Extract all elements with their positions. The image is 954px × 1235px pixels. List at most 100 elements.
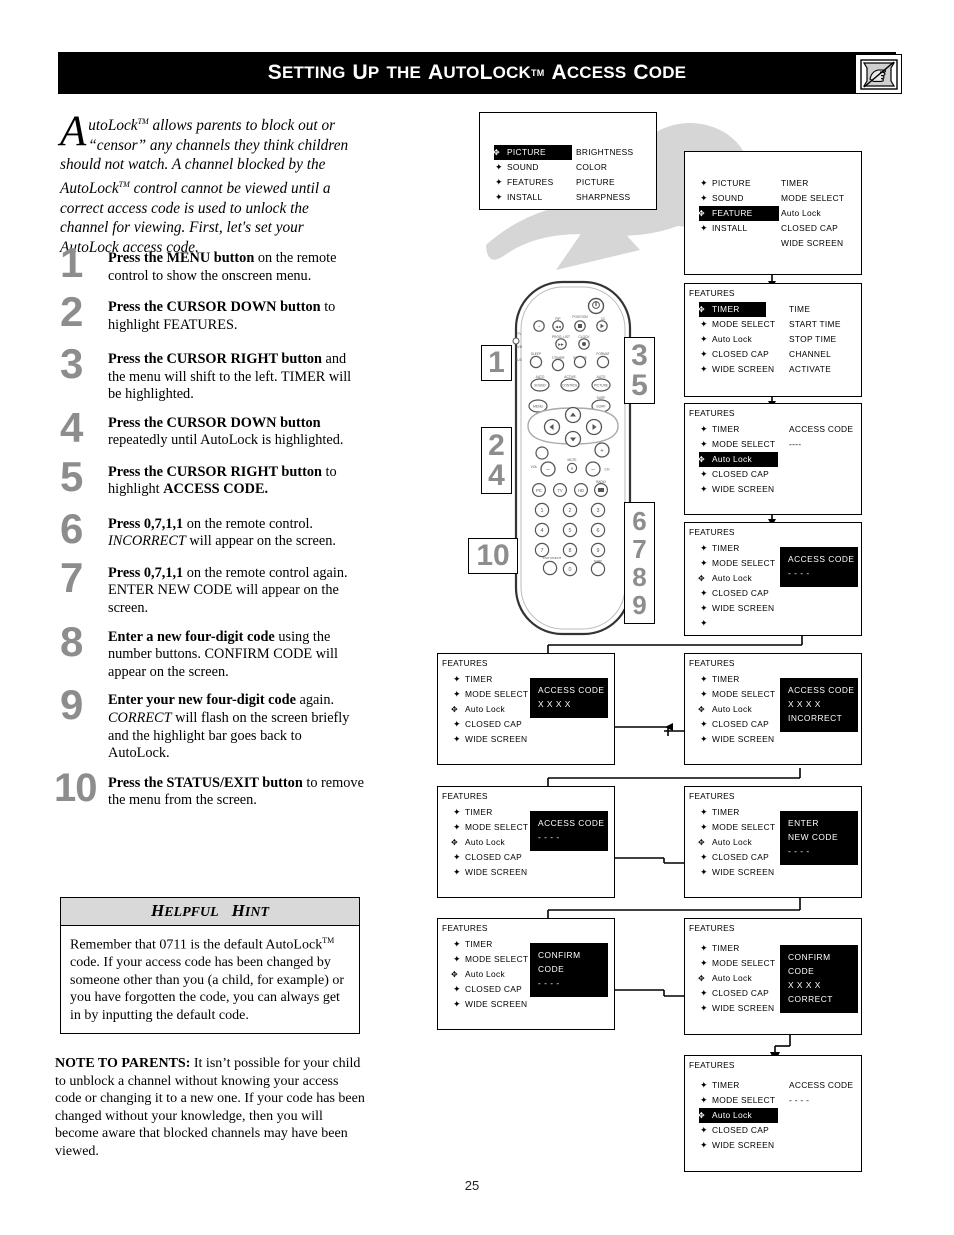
bullet-icon: ✦ <box>700 1140 708 1150</box>
osd-item-closed-cap[interactable]: ✦ CLOSED CAP <box>452 982 528 997</box>
osd-item-timer[interactable]: ✦ TIMER <box>699 422 778 437</box>
osd-item-picture[interactable]: ✥ PICTURE <box>493 145 572 160</box>
osd-item-feature[interactable]: ✥ FEATURE <box>698 206 779 221</box>
osd-item-extra[interactable]: ✦ <box>699 616 775 631</box>
callout-2-4: 2 4 <box>481 427 512 494</box>
osd-item-label: TIMER <box>465 939 493 949</box>
bullet-icon: ✦ <box>700 822 708 832</box>
osd-item-wide-screen[interactable]: ✦ WIDE SCREEN <box>699 865 775 880</box>
osd-sub-item: CLOSED CAP <box>781 223 838 233</box>
osd-item-timer[interactable]: ✦ TIMER <box>699 941 775 956</box>
osd-item-closed-cap[interactable]: ✦ CLOSED CAP <box>699 467 778 482</box>
osd-item-closed-cap[interactable]: ✦ CLOSED CAP <box>699 1123 778 1138</box>
bullet-icon: ✦ <box>700 734 708 744</box>
osd-main-menu: ✥ PICTURE ✦ SOUND ✦ FEATURES ✦ INSTALL BRIGH… <box>479 112 657 210</box>
bullet-icon: ✦ <box>700 719 708 729</box>
osd-item-mode-select[interactable]: ✦ MODE SELECT <box>699 556 775 571</box>
osd-item-mode-select[interactable]: ✦ MODE SELECT <box>699 437 778 452</box>
svg-text:AUTO: AUTO <box>536 375 545 379</box>
osd-item-auto-lock[interactable]: ✥ Auto Lock <box>451 835 528 850</box>
osd-item-label: WIDE SCREEN <box>712 1140 775 1150</box>
osd-left-column: ✦ PICTURE ✦ SOUND ✥ FEATURE ✦ INSTALL <box>698 176 779 236</box>
osd-item-sound[interactable]: ✦ SOUND <box>494 160 572 175</box>
osd-item-label: WIDE SCREEN <box>465 999 528 1009</box>
osd-item-features[interactable]: ✦ FEATURES <box>494 175 572 190</box>
osd-item-auto-lock[interactable]: ✥ Auto Lock <box>698 1108 778 1123</box>
osd-item-timer[interactable]: ✦ TIMER <box>699 541 775 556</box>
osd-panel-value: - - - - <box>788 568 810 578</box>
svg-text:SURF: SURF <box>596 404 605 408</box>
osd-item-wide-screen[interactable]: ✦ WIDE SCREEN <box>699 1001 775 1016</box>
svg-text:0: 0 <box>569 567 572 573</box>
osd-item-mode-select[interactable]: ✦ MODE SELECT <box>699 1093 778 1108</box>
osd-panel-label: ACCESS CODE <box>538 818 605 828</box>
osd-item-wide-screen[interactable]: ✦ WIDE SCREEN <box>452 732 528 747</box>
osd-item-closed-cap[interactable]: ✦ CLOSED CAP <box>699 850 775 865</box>
osd-panel-label2: NEW CODE <box>788 832 839 842</box>
osd-item-auto-lock[interactable]: ✥ Auto Lock <box>451 702 528 717</box>
osd-item-sound[interactable]: ✦ SOUND <box>699 191 779 206</box>
osd-item-label: Auto Lock <box>712 837 752 847</box>
osd-item-picture[interactable]: ✦ PICTURE <box>699 176 779 191</box>
osd-item-mode-select[interactable]: ✦ MODE SELECT <box>452 952 528 967</box>
osd-item-auto-lock[interactable]: ✥ Auto Lock <box>698 702 775 717</box>
page-number: 25 <box>464 1178 480 1193</box>
osd-item-timer[interactable]: ✥ TIMER <box>698 302 766 317</box>
svg-text:3: 3 <box>597 508 600 514</box>
osd-item-wide-screen[interactable]: ✦ WIDE SCREEN <box>699 732 775 747</box>
osd-item-install[interactable]: ✦ INSTALL <box>494 190 572 205</box>
osd-item-auto-lock[interactable]: ✥ Auto Lock <box>698 835 775 850</box>
osd-item-label: WIDE SCREEN <box>712 484 775 494</box>
svg-text:DVD: DVD <box>515 345 523 349</box>
osd-item-wide-screen[interactable]: ✦ WIDE SCREEN <box>699 362 775 377</box>
step-text: Press the CURSOR DOWN button to highligh… <box>108 299 365 334</box>
osd-item-timer[interactable]: ✦ TIMER <box>699 1078 778 1093</box>
osd-item-timer[interactable]: ✦ TIMER <box>452 937 528 952</box>
osd-item-closed-cap[interactable]: ✦ CLOSED CAP <box>452 850 528 865</box>
osd-item-auto-lock[interactable]: ✥ Auto Lock <box>698 971 775 986</box>
osd-item-mode-select[interactable]: ✦ MODE SELECT <box>699 687 775 702</box>
bullet-icon: ✦ <box>453 867 461 877</box>
osd-item-wide-screen[interactable]: ✦ WIDE SCREEN <box>699 601 775 616</box>
osd-item-mode-select[interactable]: ✦ MODE SELECT <box>699 820 775 835</box>
osd-item-auto-lock[interactable]: ✦ Auto Lock <box>699 332 775 347</box>
note-body: It isn’t possible for your child to unbl… <box>55 1056 365 1159</box>
osd-item-wide-screen[interactable]: ✦ WIDE SCREEN <box>699 1138 778 1153</box>
osd-panel-status: INCORRECT <box>788 713 843 723</box>
osd-item-install[interactable]: ✦ INSTALL <box>699 221 779 236</box>
osd-item-label: WIDE SCREEN <box>465 734 528 744</box>
osd-item-closed-cap[interactable]: ✦ CLOSED CAP <box>699 586 775 601</box>
osd-item-timer[interactable]: ✦ TIMER <box>452 805 528 820</box>
osd-panel-value: - - - - <box>788 846 810 856</box>
osd-item-closed-cap[interactable]: ✦ CLOSED CAP <box>699 347 775 362</box>
bullet-icon: ✦ <box>453 719 461 729</box>
step-rest: again. <box>295 692 335 709</box>
osd-item-mode-select[interactable]: ✦ MODE SELECT <box>699 956 775 971</box>
step-bold: Press 0,7,1,1 <box>108 515 184 532</box>
osd-item-closed-cap[interactable]: ✦ CLOSED CAP <box>452 717 528 732</box>
osd-item-label: WIDE SCREEN <box>712 734 775 744</box>
osd-item-wide-screen[interactable]: ✦ WIDE SCREEN <box>452 997 528 1012</box>
svg-text:7: 7 <box>541 548 544 554</box>
osd-item-label: TIMER <box>712 807 740 817</box>
osd-item-label: Auto Lock <box>712 334 752 344</box>
osd-item-auto-lock[interactable]: ✥ Auto Lock <box>698 571 775 586</box>
osd-item-timer[interactable]: ✦ TIMER <box>452 672 528 687</box>
osd-item-auto-lock[interactable]: ✥ Auto Lock <box>451 967 528 982</box>
osd-item-timer[interactable]: ✦ TIMER <box>699 672 775 687</box>
manual-page: S ETTING UP THE A UTO L OCK TM A CCESS C ODE Au… <box>0 0 954 1235</box>
osd-item-closed-cap[interactable]: ✦ CLOSED CAP <box>699 717 775 732</box>
osd-item-label: CLOSED CAP <box>712 988 769 998</box>
osd-item-label: TIMER <box>465 674 493 684</box>
osd-item-mode-select[interactable]: ✦ MODE SELECT <box>452 687 528 702</box>
osd-item-wide-screen[interactable]: ✦ WIDE SCREEN <box>699 482 778 497</box>
osd-item-mode-select[interactable]: ✦ MODE SELECT <box>452 820 528 835</box>
step-text: Enter a new four-digit code using the nu… <box>108 629 365 682</box>
osd-item-label: WIDE SCREEN <box>712 364 775 374</box>
step-item-1: 1 Press the MENU button on the remote co… <box>60 242 365 288</box>
osd-item-closed-cap[interactable]: ✦ CLOSED CAP <box>699 986 775 1001</box>
osd-item-wide-screen[interactable]: ✦ WIDE SCREEN <box>452 865 528 880</box>
osd-item-timer[interactable]: ✦ TIMER <box>699 805 775 820</box>
osd-item-auto-lock[interactable]: ✥ Auto Lock <box>698 452 778 467</box>
osd-item-mode-select[interactable]: ✦ MODE SELECT <box>699 317 775 332</box>
